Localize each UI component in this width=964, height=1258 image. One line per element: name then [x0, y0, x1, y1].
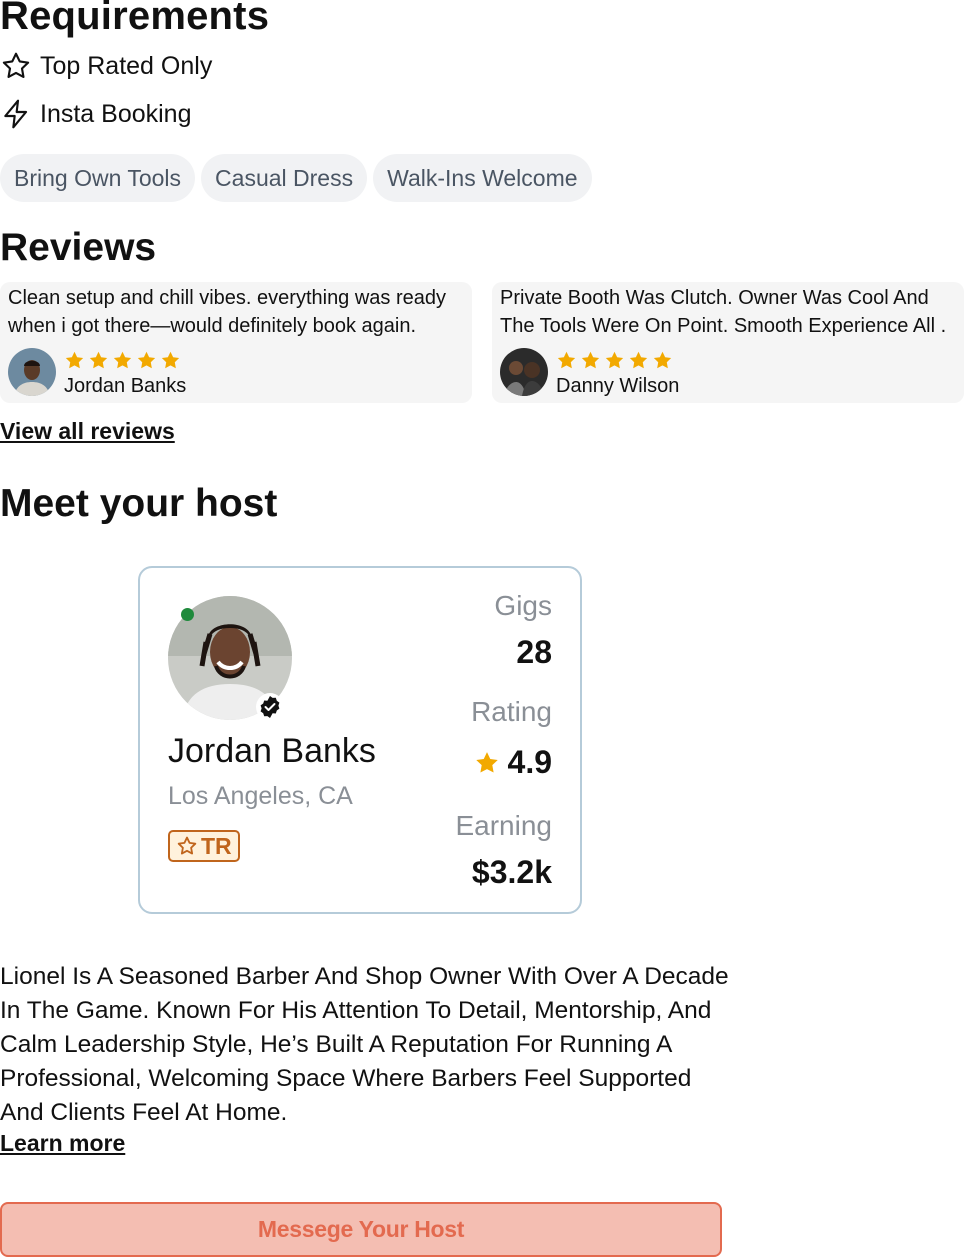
earning-label: Earning [455, 810, 552, 841]
requirements-heading: Requirements [0, 0, 270, 38]
gigs-number: 28 [516, 634, 552, 670]
top-rated-badge: TR [168, 830, 240, 862]
reviewer-name: Danny Wilson [556, 375, 680, 397]
star-icon [557, 351, 576, 369]
earning-value: $3.2k [472, 854, 552, 891]
verified-badge-icon [256, 693, 284, 721]
star-outline-icon [2, 52, 30, 78]
online-status-dot [181, 608, 194, 621]
view-all-reviews-link[interactable]: View all reviews [0, 418, 175, 445]
rating-label: Rating [471, 696, 552, 727]
requirement-chips: Bring Own Tools Casual Dress Walk-Ins We… [0, 154, 592, 202]
review-card: Clean setup and chill vibes. everything … [0, 282, 472, 403]
avatar [8, 348, 56, 396]
star-icon [629, 351, 648, 369]
gigs-label: Gigs [494, 590, 552, 621]
badge-label: TR [201, 832, 232, 859]
gigs-value: 28 [516, 634, 552, 671]
review-stars [64, 350, 181, 371]
star-icon [475, 751, 498, 773]
review-text: Private Booth Was Clutch. Owner Was Cool… [500, 287, 947, 337]
host-bio: Lionel Is A Seasoned Barber And Shop Own… [0, 963, 729, 1126]
star-icon [113, 351, 132, 369]
host-location: Los Angeles, CA [168, 782, 353, 810]
reviewer-name: Jordan Banks [64, 375, 187, 397]
requirement-top-rated: Top Rated Only [0, 46, 212, 86]
star-icon [137, 351, 156, 369]
reviews-heading: Reviews [0, 226, 157, 269]
meet-host-heading: Meet your host [0, 482, 278, 525]
requirement-label: Insta Booking [40, 99, 192, 128]
star-icon [605, 351, 624, 369]
chip-bring-own-tools: Bring Own Tools [0, 154, 196, 202]
review-card: Private Booth Was Clutch. Owner Was Cool… [492, 282, 964, 403]
star-icon [65, 351, 84, 369]
review-text: Clean setup and chill vibes. everything … [8, 287, 447, 337]
review-stars [556, 350, 673, 371]
message-host-button[interactable]: Messege Your Host [0, 1202, 722, 1257]
star-outline-icon [177, 836, 197, 855]
star-icon [89, 351, 108, 369]
star-icon [581, 351, 600, 369]
host-name: Jordan Banks [168, 732, 376, 770]
chip-casual-dress: Casual Dress [201, 154, 368, 202]
lightning-icon [4, 99, 28, 129]
rating-number: 4.9 [507, 744, 552, 780]
avatar [500, 348, 548, 396]
chip-walk-ins-welcome: Walk-Ins Welcome [373, 154, 592, 202]
learn-more-link[interactable]: Learn more [0, 1130, 125, 1157]
rating-value: 4.9 [474, 744, 552, 781]
star-icon [653, 351, 672, 369]
earning-number: $3.2k [471, 854, 552, 890]
requirement-insta-booking: Insta Booking [0, 94, 192, 134]
star-icon [161, 351, 180, 369]
requirement-label: Top Rated Only [40, 51, 213, 80]
